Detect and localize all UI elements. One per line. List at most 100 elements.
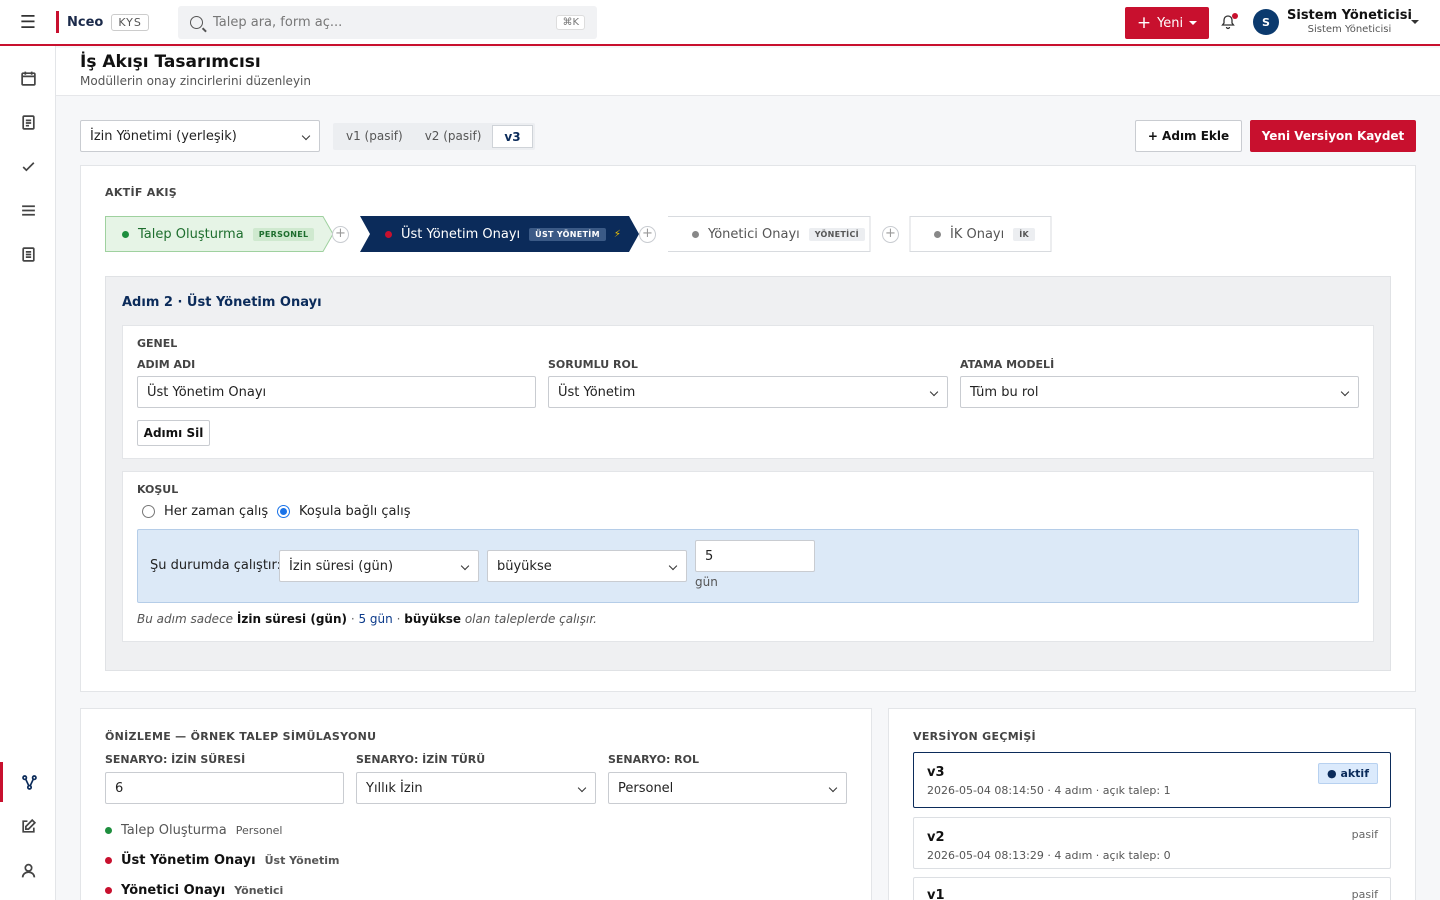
new-button[interactable]: + Yeni xyxy=(1125,7,1209,39)
delete-step-button[interactable]: Adımı Sil xyxy=(137,420,210,446)
summary-field: İzin süresi (gün) xyxy=(236,612,347,626)
brand-logo[interactable]: Nceo KYS xyxy=(56,11,149,33)
module-select-value: İzin Yönetimi (yerleşik) xyxy=(90,128,237,144)
user-menu-chevron-icon[interactable] xyxy=(1411,20,1419,24)
condition-field-value: İzin süresi (gün) xyxy=(289,558,394,574)
version-item[interactable]: v1 pasif xyxy=(913,877,1391,900)
search-shortcut: ⌘K xyxy=(556,15,585,30)
summary-pre: Bu adım sadece xyxy=(137,612,234,626)
chevron-down-icon xyxy=(460,561,470,571)
flow-steps: Talep Oluşturma PERSONEL + Üst Yönetim O… xyxy=(105,216,1065,252)
general-label: GENEL xyxy=(137,337,178,350)
calendar-icon[interactable] xyxy=(0,58,56,98)
version-history-label: VERSİYON GEÇMİŞİ xyxy=(913,730,1036,743)
flow-step-1[interactable]: Talep Oluşturma PERSONEL xyxy=(122,216,315,252)
check-icon[interactable] xyxy=(0,146,56,186)
new-button-label: Yeni xyxy=(1157,15,1184,31)
sidebar xyxy=(0,46,56,900)
plus-icon: + xyxy=(1136,12,1152,33)
step-name-label: ADIM ADI xyxy=(137,358,196,371)
condition-bolt-icon: ⚡ xyxy=(613,228,621,240)
list-icon[interactable] xyxy=(0,190,56,230)
summary-operator: büyükse xyxy=(404,612,461,626)
condition-field-select[interactable]: İzin süresi (gün) xyxy=(279,550,479,582)
scenario-duration-label: SENARYO: İZİN SÜRESİ xyxy=(105,753,246,766)
role-select[interactable]: Üst Yönetim xyxy=(548,376,948,408)
tab-v2[interactable]: v2 (pasif) xyxy=(414,125,493,148)
condition-label: KOŞUL xyxy=(137,483,179,496)
sim-step: Talep Oluşturma Personel xyxy=(105,823,283,838)
radio-circle xyxy=(142,505,155,518)
status-dot xyxy=(934,230,941,238)
user-icon[interactable] xyxy=(0,850,56,890)
status-badge: ● aktif xyxy=(1318,763,1378,784)
flow-step-3[interactable]: Yönetici Onayı YÖNETİCİ xyxy=(692,216,865,252)
radio-conditional-label: Koşula bağlı çalış xyxy=(299,504,411,519)
add-step-between-icon[interactable]: + xyxy=(882,226,899,243)
search-input[interactable]: Talep ara, form aç... ⌘K xyxy=(178,6,597,39)
status-dot xyxy=(105,887,112,894)
role-label: SORUMLU ROL xyxy=(548,358,638,371)
edit-icon[interactable] xyxy=(0,806,56,846)
flow-step-name: İK Onayı xyxy=(950,226,1005,242)
condition-operator-select[interactable]: büyükse xyxy=(487,550,687,582)
menu-icon[interactable]: ☰ xyxy=(0,0,56,44)
step-name-input[interactable]: Üst Yönetim Onayı xyxy=(137,376,536,408)
notification-bell-icon[interactable] xyxy=(1220,13,1238,31)
version-item[interactable]: v3 2026-05-04 08:14:50 · 4 adım · açık t… xyxy=(913,752,1391,808)
avatar[interactable]: S xyxy=(1253,9,1279,35)
chevron-down-icon xyxy=(1340,387,1350,397)
scenario-role-label: SENARYO: ROL xyxy=(608,753,700,766)
sim-step-name: Talep Oluşturma xyxy=(121,823,227,838)
save-version-button[interactable]: Yeni Versiyon Kaydet xyxy=(1250,120,1416,152)
flow-step-4[interactable]: İK Onayı İK xyxy=(934,216,1036,252)
add-step-between-icon[interactable]: + xyxy=(332,226,349,243)
workflow-icon[interactable] xyxy=(0,762,56,802)
role-select-value: Üst Yönetim xyxy=(558,384,636,400)
brand-tag: KYS xyxy=(111,13,149,31)
search-placeholder: Talep ara, form aç... xyxy=(213,15,343,30)
version-name: v1 xyxy=(927,888,945,900)
condition-value-input[interactable]: 5 xyxy=(695,540,815,572)
radio-conditional[interactable]: Koşula bağlı çalış xyxy=(277,504,411,519)
assignment-select[interactable]: Tüm bu rol xyxy=(960,376,1359,408)
condition-summary: Bu adım sadece İzin süresi (gün) · 5 gün… xyxy=(137,612,597,626)
version-meta: 2026-05-04 08:13:29 · 4 adım · açık tale… xyxy=(927,849,1171,862)
scenario-role-select[interactable]: Personel xyxy=(608,772,847,804)
version-item[interactable]: v2 2026-05-04 08:13:29 · 4 adım · açık t… xyxy=(913,817,1391,869)
user-role: Sistem Yöneticisi xyxy=(1307,24,1392,35)
chevron-down-icon xyxy=(668,561,678,571)
status-dot xyxy=(692,230,699,238)
add-step-button[interactable]: + Adım Ekle xyxy=(1135,120,1242,152)
role-badge: İK xyxy=(1013,227,1036,241)
chevron-down-icon xyxy=(929,387,939,397)
scenario-duration-input[interactable]: 6 xyxy=(105,772,344,804)
scenario-type-select[interactable]: Yıllık İzin xyxy=(356,772,596,804)
tab-v1[interactable]: v1 (pasif) xyxy=(335,125,414,148)
run-when-label: Şu durumda çalıştır: xyxy=(150,558,282,573)
radio-circle-checked xyxy=(277,505,290,518)
module-select[interactable]: İzin Yönetimi (yerleşik) xyxy=(80,120,320,152)
tab-v3[interactable]: v3 xyxy=(492,125,533,148)
summary-value: 5 gün xyxy=(358,612,393,626)
flow-step-name: Üst Yönetim Onayı xyxy=(401,226,521,242)
add-step-between-icon[interactable]: + xyxy=(639,226,656,243)
flow-step-name: Talep Oluşturma xyxy=(138,226,244,242)
search-icon xyxy=(190,16,203,29)
flow-step-2[interactable]: Üst Yönetim Onayı ÜST YÖNETİM ⚡ xyxy=(385,216,621,252)
chevron-down-icon xyxy=(1189,21,1198,25)
role-badge: ÜST YÖNETİM xyxy=(529,227,606,241)
sim-step-name: Yönetici Onayı xyxy=(121,883,226,898)
form-icon[interactable] xyxy=(0,234,56,274)
notification-dot xyxy=(1232,13,1238,19)
document-icon[interactable] xyxy=(0,102,56,142)
summary-post: olan taleplerde çalışır. xyxy=(464,612,597,626)
condition-unit: gün xyxy=(695,575,718,589)
user-name: Sistem Yöneticisi xyxy=(1287,8,1412,23)
user-menu[interactable]: Sistem Yöneticisi Sistem Yöneticisi xyxy=(1287,8,1412,35)
brand-name: Nceo xyxy=(67,14,104,30)
version-tabs: v1 (pasif) v2 (pasif) v3 xyxy=(333,123,535,150)
status-dot xyxy=(105,827,112,834)
radio-always[interactable]: Her zaman çalış xyxy=(142,504,268,519)
version-status: pasif xyxy=(1351,828,1378,841)
